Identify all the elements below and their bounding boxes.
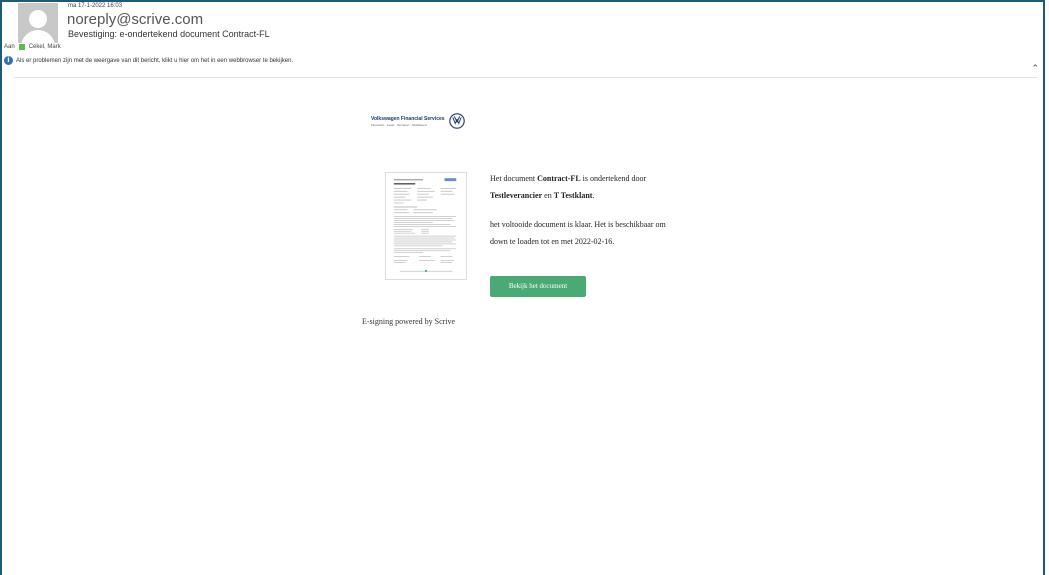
sender-address[interactable]: noreply@scrive.com <box>67 11 203 28</box>
message-header: ma 17-1-2022 16:03 noreply@scrive.com Be… <box>0 0 1049 76</box>
message-subject: Bevestiging: e-ondertekend document Cont… <box>68 29 270 39</box>
recipient-row: Aan Cekel, Mark <box>4 44 61 50</box>
vwfs-logo: Volkswagen Financial Services Financiert… <box>371 113 465 129</box>
message-body: Het document Contract-FL is ondertekend … <box>490 170 680 250</box>
document-name: Contract-FL <box>537 174 581 183</box>
recipient-name[interactable]: Cekel, Mark <box>29 44 61 50</box>
vw-logo-icon <box>448 113 465 129</box>
browser-view-notice[interactable]: i Als er problemen zijn met de weergave … <box>4 56 293 65</box>
view-document-button[interactable]: Bekijk het document <box>490 276 586 297</box>
header-divider <box>14 77 1037 78</box>
download-notice: het voltooide document is klaar. Het is … <box>490 220 666 246</box>
party-1: Testleverancier <box>490 191 543 200</box>
powered-by-footer: E-signing powered by Scrive <box>362 317 456 326</box>
logo-tagline: Financiert · Least · Verzekert · Mobilis… <box>371 122 427 127</box>
info-icon: i <box>4 56 13 65</box>
sent-date: ma 17-1-2022 16:03 <box>68 3 123 9</box>
presence-icon <box>18 44 25 50</box>
party-2: T Testklant <box>553 191 593 200</box>
avatar <box>18 3 58 43</box>
logo-company-name: Volkswagen Financial Services <box>371 115 445 122</box>
signed-notice: Het document Contract-FL is ondertekend … <box>490 174 647 200</box>
info-notice-text[interactable]: Als er problemen zijn met de weergave va… <box>16 58 293 64</box>
document-thumbnail[interactable] <box>385 172 467 280</box>
chevron-up-icon[interactable]: ⌃ <box>1031 64 1039 74</box>
to-label: Aan <box>4 44 15 50</box>
